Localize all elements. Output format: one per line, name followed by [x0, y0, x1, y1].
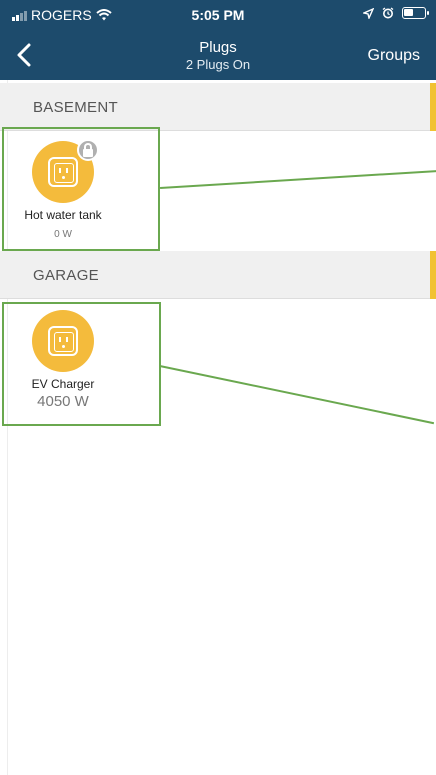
section-header-basement: BASEMENT	[0, 83, 436, 131]
section-label: GARAGE	[33, 267, 99, 284]
highlight-box-hot-water-tank	[2, 127, 160, 251]
annotation-line-top	[160, 170, 436, 189]
status-right	[363, 7, 429, 19]
section-label: BASEMENT	[33, 99, 118, 116]
section-accent	[430, 83, 436, 131]
alarm-icon	[382, 7, 394, 19]
section-accent	[430, 251, 436, 299]
annotation-line-bottom	[159, 365, 435, 425]
section-header-garage: GARAGE	[0, 251, 436, 299]
groups-button[interactable]: Groups	[368, 47, 420, 65]
highlight-box-ev-charger	[2, 302, 161, 426]
battery-icon	[402, 7, 429, 19]
nav-bar: Plugs 2 Plugs On Groups	[0, 30, 436, 80]
location-arrow-icon	[363, 7, 374, 19]
status-bar: ROGERS 5:05 PM	[0, 0, 436, 30]
